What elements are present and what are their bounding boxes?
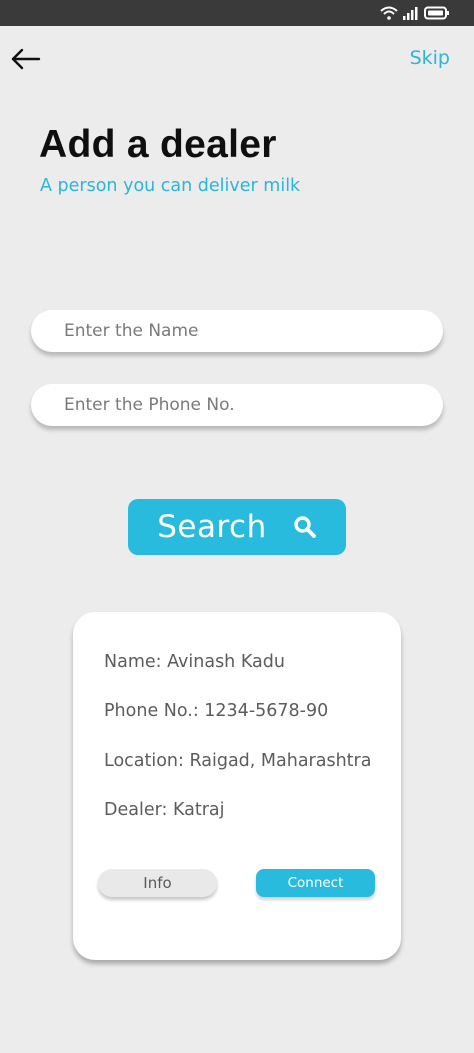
dealer-area-text: Dealer: Katraj bbox=[104, 800, 225, 820]
search-button-label: Search bbox=[157, 509, 267, 545]
dealer-phone-text: Phone No.: 1234-5678-90 bbox=[104, 701, 329, 721]
page-subtitle: A person you can deliver milk bbox=[40, 176, 301, 196]
page-title: Add a dealer bbox=[39, 123, 277, 166]
wifi-icon bbox=[380, 6, 398, 20]
skip-link[interactable]: Skip bbox=[410, 47, 450, 69]
phone-input[interactable] bbox=[31, 384, 443, 426]
dealer-result-card: Name: Avinash Kadu Phone No.: 1234-5678-… bbox=[73, 612, 401, 960]
name-input[interactable] bbox=[31, 310, 443, 352]
status-icons bbox=[380, 6, 450, 20]
battery-icon bbox=[424, 6, 449, 20]
connect-button[interactable]: Connect bbox=[256, 869, 375, 897]
signal-icon bbox=[403, 7, 418, 20]
dealer-location-text: Location: Raigad, Maharashtra bbox=[104, 751, 372, 771]
back-arrow-icon[interactable] bbox=[10, 46, 42, 72]
info-button[interactable]: Info bbox=[98, 869, 217, 897]
dealer-name-text: Name: Avinash Kadu bbox=[104, 652, 285, 672]
search-icon bbox=[294, 516, 316, 538]
status-bar bbox=[0, 0, 474, 26]
search-button[interactable]: Search bbox=[128, 499, 346, 555]
